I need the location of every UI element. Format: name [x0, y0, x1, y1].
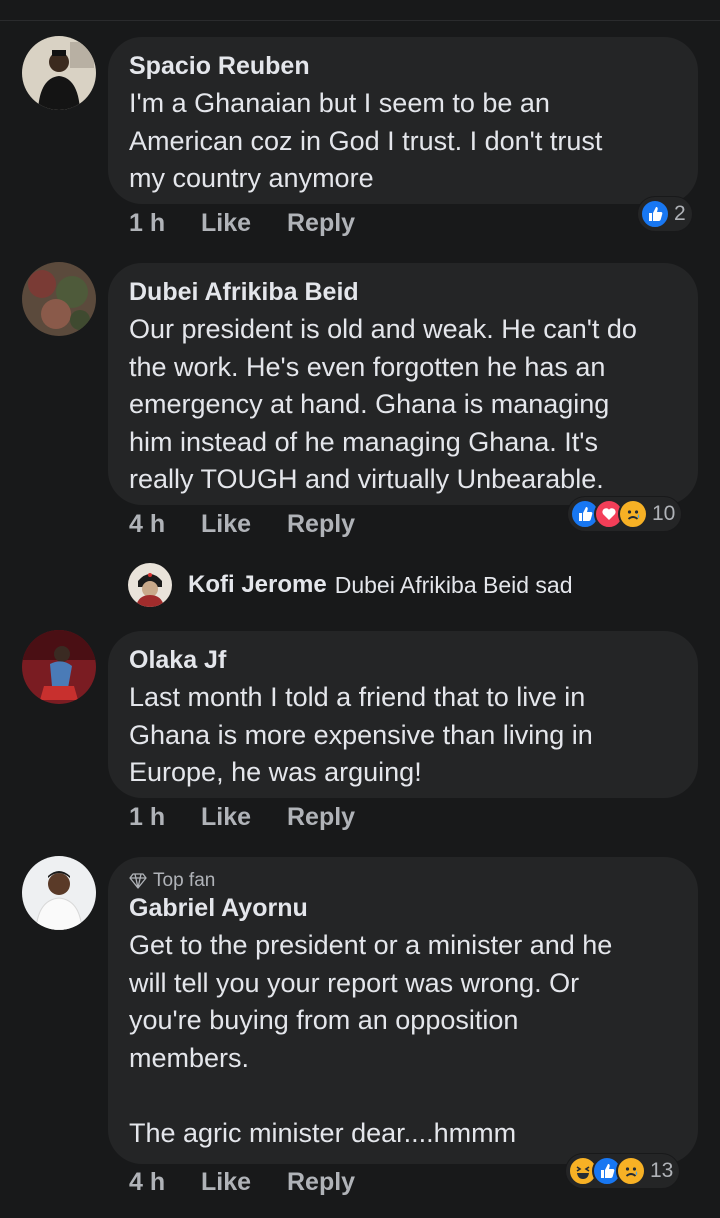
comment-text: Last month I told a friend that to live … [129, 682, 593, 787]
reply-author-name[interactable]: Kofi Jerome [188, 571, 327, 599]
commenter-name[interactable]: Spacio Reuben [129, 51, 676, 81]
diamond-icon [129, 873, 147, 889]
comment-text: Our president is old and weak. He can't … [129, 314, 637, 494]
comment-actions: 1 h Like Reply [129, 803, 355, 832]
comment-time[interactable]: 4 h [129, 510, 201, 539]
commenter-name[interactable]: Gabriel Ayornu [129, 893, 676, 923]
comment-bubble: Spacio Reuben I'm a Ghanaian but I seem … [108, 37, 698, 204]
comment-actions: 4 h Like Reply [129, 510, 355, 539]
like-icon [640, 199, 670, 229]
reaction-count: 10 [652, 502, 676, 525]
comment-time[interactable]: 4 h [129, 1168, 201, 1197]
avatar[interactable] [22, 262, 96, 336]
like-button[interactable]: Like [201, 209, 287, 238]
comment-time[interactable]: 1 h [129, 209, 201, 238]
like-button[interactable]: Like [201, 803, 287, 832]
avatar[interactable] [22, 856, 96, 930]
comment-bubble: Olaka Jf Last month I told a friend that… [108, 631, 698, 798]
reply-button[interactable]: Reply [287, 803, 355, 832]
comment-bubble: Dubei Afrikiba Beid Our president is old… [108, 263, 698, 505]
reply-button[interactable]: Reply [287, 1168, 355, 1197]
comment-actions: 4 h Like Reply [129, 1168, 355, 1197]
avatar[interactable] [22, 630, 96, 704]
reply-preview-text: Dubei Afrikiba Beid sad [334, 571, 573, 598]
reaction-summary[interactable]: 10 [568, 497, 682, 531]
commenter-name[interactable]: Olaka Jf [129, 645, 676, 675]
top-divider [0, 20, 720, 21]
reaction-count: 13 [650, 1159, 674, 1182]
reaction-summary[interactable]: 2 [638, 197, 692, 231]
reply-button[interactable]: Reply [287, 209, 355, 238]
sad-icon [616, 1156, 646, 1186]
avatar[interactable] [128, 563, 172, 607]
reaction-count: 2 [674, 202, 686, 225]
comment-bubble: Top fan Gabriel Ayornu Get to the presid… [108, 857, 698, 1164]
top-fan-label: Top fan [153, 870, 216, 891]
comment-text: I'm a Ghanaian but I seem to be an Ameri… [129, 88, 603, 193]
sad-icon [618, 499, 648, 529]
comment-actions: 1 h Like Reply [129, 209, 355, 238]
avatar[interactable] [22, 36, 96, 110]
comment-text: Get to the president or a minister and h… [129, 930, 613, 1148]
reply-button[interactable]: Reply [287, 510, 355, 539]
top-fan-badge: Top fan [129, 869, 676, 893]
commenter-name[interactable]: Dubei Afrikiba Beid [129, 277, 676, 307]
reaction-summary[interactable]: 13 [566, 1154, 680, 1188]
comment-time[interactable]: 1 h [129, 803, 201, 832]
like-button[interactable]: Like [201, 510, 287, 539]
reply-preview[interactable]: Kofi Jerome Dubei Afrikiba Beid sad [128, 563, 573, 607]
like-button[interactable]: Like [201, 1168, 287, 1197]
